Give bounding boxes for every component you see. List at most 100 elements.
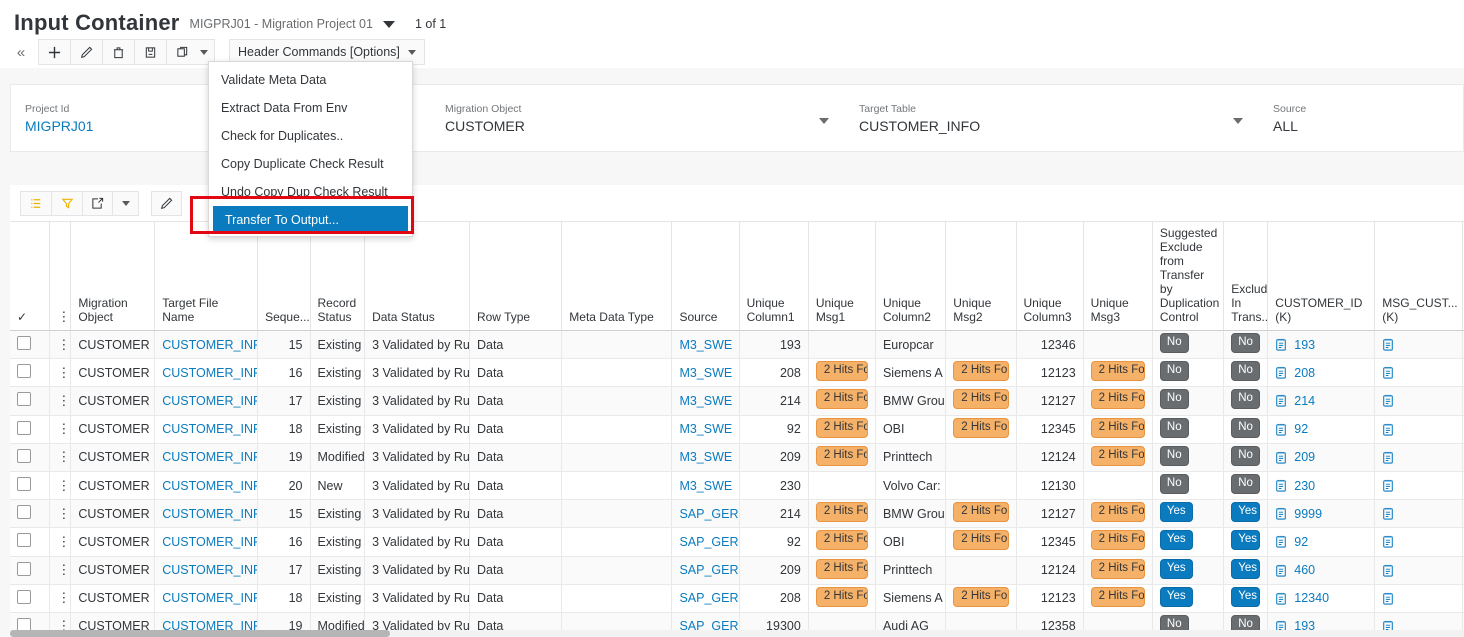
cell-target-file-name[interactable]: CUSTOMER_INFO	[155, 443, 258, 471]
cell-target-file-name[interactable]: CUSTOMER_INFO	[155, 612, 258, 631]
row-checkbox-cell[interactable]	[10, 500, 50, 528]
source-link[interactable]: SAP_GER	[679, 563, 738, 577]
menu-item-check-for-duplicates[interactable]: Check for Duplicates..	[209, 122, 412, 150]
row-checkbox-cell[interactable]	[10, 556, 50, 584]
cell-source[interactable]: M3_SWE	[672, 471, 739, 499]
column-header-menu[interactable]: ⋮	[50, 222, 71, 331]
cell-msg-cust[interactable]	[1375, 584, 1463, 612]
row-menu-cell[interactable]: ⋮	[50, 500, 71, 528]
column-header-exclude-in-trans[interactable]: Exclude In Trans...	[1224, 222, 1268, 331]
column-header-row-type[interactable]: Row Type	[469, 222, 561, 331]
clipboard-icon[interactable]: 12340	[1275, 585, 1367, 612]
cell-target-file-name[interactable]: CUSTOMER_INFO	[155, 584, 258, 612]
target-file-name-link[interactable]: CUSTOMER_INFO	[162, 450, 257, 464]
clipboard-icon[interactable]	[1382, 585, 1455, 612]
clipboard-icon[interactable]: 193	[1275, 613, 1367, 631]
menu-item-validate-meta-data[interactable]: Validate Meta Data	[209, 66, 412, 94]
clipboard-icon[interactable]: 460	[1275, 557, 1367, 584]
row-checkbox[interactable]	[17, 449, 31, 463]
target-file-name-link[interactable]: CUSTOMER_INFO	[162, 422, 257, 436]
cell-msg-cust[interactable]	[1375, 528, 1463, 556]
cell-customer-id[interactable]: 193	[1268, 612, 1375, 631]
source-link[interactable]: SAP_GER	[679, 591, 738, 605]
table-row[interactable]: ⋮CUSTOMERCUSTOMER_INFO16Existing3 Valida…	[10, 528, 1464, 556]
personalize-button[interactable]	[20, 191, 51, 216]
kebab-icon[interactable]: ⋮	[57, 393, 70, 408]
menu-item-transfer-to-output[interactable]: Transfer To Output...	[213, 206, 408, 234]
cell-msg-cust[interactable]	[1375, 359, 1463, 387]
cell-target-file-name[interactable]: CUSTOMER_INFO	[155, 471, 258, 499]
row-menu-cell[interactable]: ⋮	[50, 331, 71, 359]
cell-customer-id[interactable]: 209	[1268, 443, 1375, 471]
column-header-unique-column3[interactable]: Unique Column3	[1016, 222, 1083, 331]
filter-button[interactable]	[51, 191, 82, 216]
cell-msg-cust[interactable]	[1375, 331, 1463, 359]
cell-msg-cust[interactable]	[1375, 500, 1463, 528]
cell-source[interactable]: SAP_GER	[672, 500, 739, 528]
cell-customer-id[interactable]: 214	[1268, 387, 1375, 415]
target-file-name-link[interactable]: CUSTOMER_INFO	[162, 394, 257, 408]
clipboard-icon[interactable]	[1382, 331, 1455, 358]
edit-button[interactable]	[70, 39, 102, 65]
row-checkbox-cell[interactable]	[10, 415, 50, 443]
cell-source[interactable]: SAP_GER	[672, 556, 739, 584]
table-row[interactable]: ⋮CUSTOMERCUSTOMER_INFO18Existing3 Valida…	[10, 415, 1464, 443]
column-header-unique-msg1[interactable]: Unique Msg1	[808, 222, 875, 331]
source-link[interactable]: SAP_GER	[679, 507, 738, 521]
caret-down-icon[interactable]	[383, 21, 395, 28]
clipboard-icon[interactable]	[1382, 359, 1455, 386]
source-link[interactable]: M3_SWE	[679, 366, 732, 380]
table-row[interactable]: ⋮CUSTOMERCUSTOMER_INFO20New3 Validated b…	[10, 471, 1464, 499]
row-menu-cell[interactable]: ⋮	[50, 415, 71, 443]
cell-source[interactable]: M3_SWE	[672, 415, 739, 443]
cell-customer-id[interactable]: 9999	[1268, 500, 1375, 528]
target-file-name-link[interactable]: CUSTOMER_INFO	[162, 366, 257, 380]
menu-item-extract-data-from-env[interactable]: Extract Data From Env	[209, 94, 412, 122]
clipboard-icon[interactable]: 9999	[1275, 500, 1367, 527]
source-link[interactable]: SAP_GER	[679, 535, 738, 549]
row-menu-cell[interactable]: ⋮	[50, 584, 71, 612]
row-checkbox-cell[interactable]	[10, 528, 50, 556]
cell-msg-cust[interactable]	[1375, 612, 1463, 631]
target-file-name-link[interactable]: CUSTOMER_INFO	[162, 338, 257, 352]
row-checkbox[interactable]	[17, 533, 31, 547]
clipboard-icon[interactable]	[1382, 472, 1455, 499]
table-row[interactable]: ⋮CUSTOMERCUSTOMER_INFO16Existing3 Valida…	[10, 359, 1464, 387]
row-checkbox-cell[interactable]	[10, 331, 50, 359]
kebab-icon[interactable]: ⋮	[57, 449, 70, 464]
row-menu-cell[interactable]: ⋮	[50, 387, 71, 415]
kebab-icon[interactable]: ⋮	[57, 590, 70, 605]
cell-source[interactable]: M3_SWE	[672, 443, 739, 471]
cell-msg-cust[interactable]	[1375, 443, 1463, 471]
column-header-source[interactable]: Source	[672, 222, 739, 331]
clipboard-icon[interactable]	[1382, 387, 1455, 414]
cell-source[interactable]: SAP_GER	[672, 612, 739, 631]
cell-target-file-name[interactable]: CUSTOMER_INFO	[155, 556, 258, 584]
source-link[interactable]: M3_SWE	[679, 422, 732, 436]
table-row[interactable]: ⋮CUSTOMERCUSTOMER_INFO18Existing3 Valida…	[10, 584, 1464, 612]
cell-source[interactable]: SAP_GER	[672, 584, 739, 612]
cell-target-file-name[interactable]: CUSTOMER_INFO	[155, 331, 258, 359]
clipboard-icon[interactable]	[1382, 444, 1455, 471]
target-file-name-link[interactable]: CUSTOMER_INFO	[162, 507, 257, 521]
row-checkbox[interactable]	[17, 421, 31, 435]
data-grid-container[interactable]: ✓⋮Migration ObjectTarget File NameSeque.…	[10, 221, 1464, 631]
column-header-select[interactable]: ✓	[10, 222, 50, 331]
cell-source[interactable]: M3_SWE	[672, 359, 739, 387]
cell-customer-id[interactable]: 230	[1268, 471, 1375, 499]
collapse-left-icon[interactable]: «	[8, 39, 34, 65]
cell-customer-id[interactable]: 208	[1268, 359, 1375, 387]
cell-customer-id[interactable]: 193	[1268, 331, 1375, 359]
export-button[interactable]	[82, 191, 113, 216]
filter-field-migration-object[interactable]: Migration ObjectCUSTOMER	[431, 85, 845, 151]
column-header-record-status[interactable]: Record Status	[310, 222, 365, 331]
cell-msg-cust[interactable]	[1375, 387, 1463, 415]
cell-target-file-name[interactable]: CUSTOMER_INFO	[155, 415, 258, 443]
clipboard-icon[interactable]: 209	[1275, 444, 1367, 471]
clipboard-icon[interactable]	[1382, 557, 1455, 584]
clipboard-icon[interactable]: 230	[1275, 472, 1367, 499]
cell-source[interactable]: SAP_GER	[672, 528, 739, 556]
target-file-name-link[interactable]: CUSTOMER_INFO	[162, 535, 257, 549]
row-menu-cell[interactable]: ⋮	[50, 471, 71, 499]
table-row[interactable]: ⋮CUSTOMERCUSTOMER_INFO19Modified3 Valida…	[10, 612, 1464, 631]
